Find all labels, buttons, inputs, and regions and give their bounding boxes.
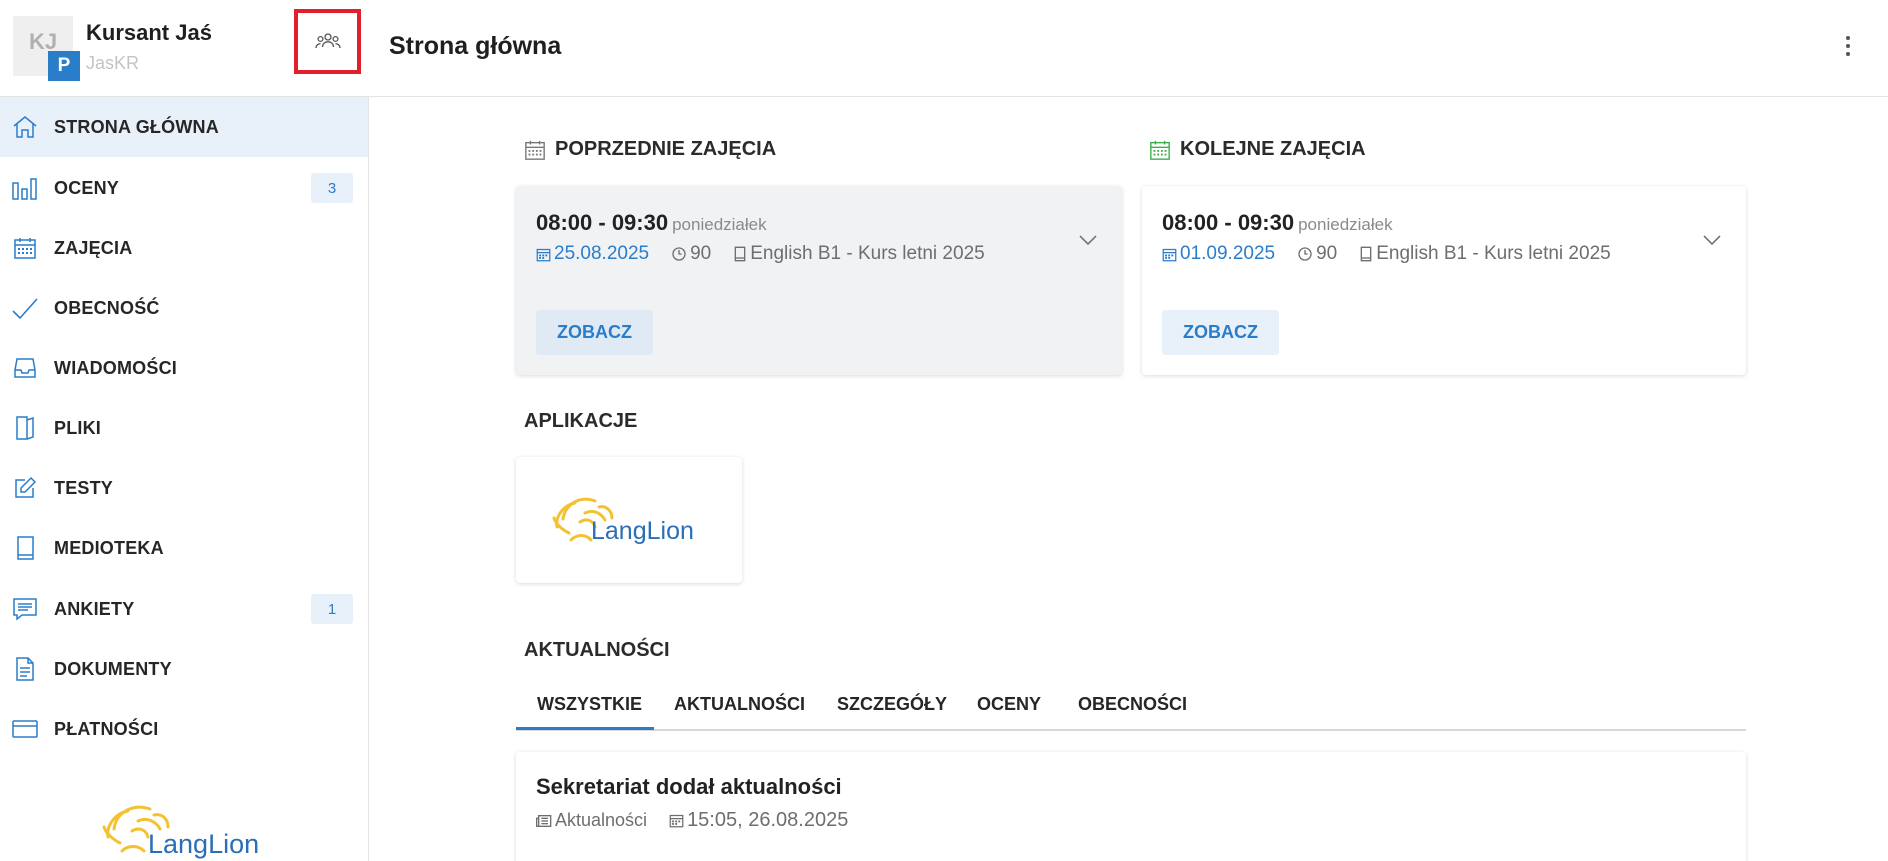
news-item-card[interactable]: Sekretariat dodał aktualności Aktualnośc…: [516, 752, 1746, 861]
count-badge: 1: [311, 594, 353, 624]
group-icon: [314, 32, 341, 48]
sidebar-item-medioteka[interactable]: MEDIOTEKA: [0, 518, 368, 578]
sidebar-item-label: OCENY: [54, 177, 120, 198]
book-icon: [11, 534, 39, 562]
lesson-meta: 01.09.2025 90 English B1 - Kurs letni 20…: [1162, 243, 1611, 265]
more-options-icon[interactable]: [1836, 30, 1860, 62]
newspaper-icon: [536, 814, 552, 827]
see-previous-lesson-button[interactable]: ZOBACZ: [536, 310, 653, 355]
previous-lesson-heading: POPRZEDNIE ZAJĘCIA: [524, 138, 776, 161]
calendar-icon: [11, 234, 39, 262]
lesson-date: 01.09.2025: [1162, 243, 1275, 265]
sidebar-item-label: DOKUMENTY: [54, 658, 172, 679]
logo-text: LangLion: [591, 517, 694, 545]
sidebar-item-label: PŁATNOŚCI: [54, 718, 159, 739]
check-icon: [11, 294, 39, 322]
sidebar-item-label: OBECNOŚĆ: [54, 297, 160, 318]
tab-szczegoly[interactable]: SZCZEGÓŁY: [837, 694, 947, 715]
news-meta: Aktualności 15:05, 26.08.2025: [536, 809, 848, 832]
user-name: Kursant Jaś: [86, 20, 212, 45]
sidebar-item-label: MEDIOTEKA: [54, 537, 164, 558]
chevron-down-icon[interactable]: [1700, 228, 1724, 252]
section-title: POPRZEDNIE ZAJĘCIA: [555, 138, 777, 160]
page-title: Strona główna: [389, 32, 562, 60]
count-badge: 3: [311, 173, 353, 203]
lesson-date: 25.08.2025: [536, 243, 649, 265]
news-datetime: 15:05, 26.08.2025: [669, 809, 848, 832]
bar-chart-icon: [11, 174, 39, 202]
langlion-logo: LangLion: [552, 497, 694, 545]
active-tab-indicator: [516, 727, 654, 730]
langlion-logo: LangLion: [98, 799, 268, 861]
sidebar-item-dokumenty[interactable]: DOKUMENTY: [0, 639, 368, 699]
clock-icon: [1298, 247, 1312, 261]
document-icon: [11, 655, 39, 683]
news-category: Aktualności: [536, 810, 647, 831]
sidebar-item-label: PLIKI: [54, 417, 102, 438]
lesson-meta: 25.08.2025 90 English B1 - Kurs letni 20…: [536, 243, 985, 265]
lesson-day: poniedziałek: [672, 215, 767, 234]
lesson-duration: 90: [671, 243, 711, 265]
calendar-icon: [1162, 248, 1177, 261]
tab-obecnosci[interactable]: OBECNOŚCI: [1078, 694, 1187, 715]
sidebar-item-testy[interactable]: TESTY: [0, 458, 368, 518]
sidebar-item-wiadomosci[interactable]: WIADOMOŚCI: [0, 338, 368, 398]
tab-oceny[interactable]: OCENY: [977, 694, 1041, 715]
credit-card-icon: [11, 715, 39, 743]
sidebar-item-label: TESTY: [54, 477, 114, 498]
apps-heading: APLIKACJE: [524, 410, 637, 433]
sidebar-item-obecnosc[interactable]: OBECNOŚĆ: [0, 278, 368, 338]
lesson-duration: 90: [1297, 243, 1337, 265]
chevron-down-icon[interactable]: [1076, 228, 1100, 252]
user-login: JasKR: [86, 53, 140, 73]
sidebar-item-label: ANKIETY: [54, 598, 135, 619]
home-icon: [11, 113, 39, 141]
sidebar-item-label: ZAJĘCIA: [54, 237, 133, 258]
news-heading: AKTUALNOŚCI: [524, 639, 670, 662]
section-title: APLIKACJE: [524, 410, 638, 432]
edit-icon: [11, 474, 39, 502]
tab-aktualnosci[interactable]: AKTUALNOŚCI: [674, 694, 805, 715]
news-tabs: WSZYSTKIE AKTUALNOŚCI SZCZEGÓŁY OCENY OB…: [516, 686, 1746, 731]
sidebar-item-label: WIADOMOŚCI: [54, 357, 177, 378]
sidebar-item-oceny[interactable]: OCENY 3: [0, 158, 368, 218]
calendar-icon: [669, 814, 684, 828]
role-badge: P: [48, 51, 80, 81]
lesson-course: English B1 - Kurs letni 2025: [1359, 243, 1611, 265]
langlion-app-tile[interactable]: LangLion: [516, 457, 742, 583]
calendar-icon: [1150, 140, 1170, 160]
next-lesson-heading: KOLEJNE ZAJĘCIA: [1149, 138, 1366, 161]
sidebar-item-platnosci[interactable]: PŁATNOŚCI: [0, 699, 368, 759]
top-bar: KJ P Kursant Jaś JasKR Strona główna: [0, 0, 1888, 97]
book-icon: [734, 246, 746, 262]
calendar-icon: [536, 248, 551, 261]
lesson-time: 08:00 - 09:30 poniedziałek: [536, 210, 767, 235]
files-icon: [11, 414, 39, 442]
sidebar-item-zajecia[interactable]: ZAJĘCIA: [0, 218, 368, 278]
logo-text: LangLion: [148, 829, 259, 859]
see-next-lesson-button[interactable]: ZOBACZ: [1162, 310, 1279, 355]
book-icon: [1360, 246, 1372, 262]
next-lesson-card[interactable]: 08:00 - 09:30 poniedziałek 01.09.2025 90 …: [1142, 186, 1746, 375]
tab-wszystkie[interactable]: WSZYSTKIE: [537, 694, 642, 715]
news-title: Sekretariat dodał aktualności: [536, 774, 842, 799]
sidebar-item-pliki[interactable]: PLIKI: [0, 398, 368, 458]
survey-icon: [11, 595, 39, 623]
lesson-day: poniedziałek: [1298, 215, 1393, 234]
sidebar-item-ankiety[interactable]: ANKIETY 1: [0, 579, 368, 639]
inbox-icon: [11, 354, 39, 382]
section-title: KOLEJNE ZAJĘCIA: [1180, 138, 1366, 160]
lesson-time: 08:00 - 09:30 poniedziałek: [1162, 210, 1393, 235]
clock-icon: [672, 247, 686, 261]
section-title: AKTUALNOŚCI: [524, 639, 670, 661]
sidebar-item-label: STRONA GŁÓWNA: [54, 116, 219, 137]
sidebar-item-strona-glowna[interactable]: STRONA GŁÓWNA: [0, 97, 368, 157]
lesson-course: English B1 - Kurs letni 2025: [733, 243, 985, 265]
sidebar: STRONA GŁÓWNA OCENY 3 ZAJĘCIA OBECNOŚĆ W…: [0, 97, 369, 861]
previous-lesson-card[interactable]: 08:00 - 09:30 poniedziałek 25.08.2025 90 …: [516, 186, 1122, 375]
calendar-icon: [525, 140, 545, 160]
switch-account-button[interactable]: [294, 9, 361, 74]
